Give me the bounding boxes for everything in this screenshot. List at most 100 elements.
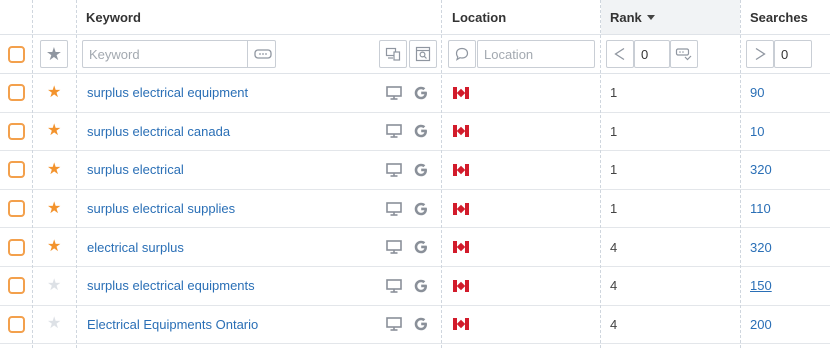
row-checkbox[interactable]	[8, 122, 25, 140]
device-filter-button[interactable]	[379, 40, 407, 68]
searches-cell: 10	[750, 113, 820, 151]
searches-filter-value: 0	[781, 46, 789, 62]
table-row[interactable]: ★ surplus electrical equipments 4 150	[0, 267, 830, 306]
star-icon[interactable]: ★	[47, 277, 61, 294]
keyword-filter-input[interactable]: Keyword	[82, 40, 276, 68]
column-header-keyword[interactable]: Keyword	[86, 0, 386, 34]
google-icon	[414, 125, 427, 138]
google-icon	[414, 202, 427, 215]
searches-cell: 150	[750, 267, 820, 305]
searches-link[interactable]: 320	[750, 240, 772, 255]
search-engine-filter-button[interactable]	[409, 40, 437, 68]
engine-cell	[413, 267, 429, 305]
rank-operator-button[interactable]	[606, 40, 634, 68]
table-row[interactable]: ★ Electrical Equipments Ontario 4 200	[0, 306, 830, 345]
star-filter-cell: ★	[40, 35, 70, 73]
canada-flag-icon	[453, 202, 469, 215]
row-checkbox[interactable]	[8, 161, 25, 179]
table-row[interactable]: ★ surplus electrical 1 320	[0, 151, 830, 190]
keyword-link[interactable]: surplus electrical canada	[87, 124, 230, 139]
rank-filter-input[interactable]: 0	[634, 40, 670, 68]
row-checkbox[interactable]	[8, 200, 25, 218]
row-star-cell: ★	[47, 190, 67, 228]
desktop-icon	[386, 240, 402, 254]
star-icon[interactable]: ★	[47, 239, 61, 255]
row-star-cell: ★	[47, 151, 67, 189]
row-checkbox-cell	[8, 74, 28, 112]
device-cell	[386, 151, 402, 189]
engine-cell	[413, 74, 429, 112]
table-row[interactable]: ★ surplus electrical equipment 1 90	[0, 74, 830, 113]
keyword-link[interactable]: Electrical Equipments Ontario	[87, 317, 258, 332]
keyword-link[interactable]: electrical surplus	[87, 240, 184, 255]
searches-link[interactable]: 110	[750, 201, 771, 216]
searches-filter-input[interactable]: 0	[774, 40, 812, 68]
table-row[interactable]: ★ surplus electrical supplies 1 110	[0, 190, 830, 229]
keyword-match-options-button[interactable]	[247, 41, 277, 67]
star-icon[interactable]: ★	[47, 161, 61, 178]
keyword-cell: electrical surplus	[87, 228, 377, 266]
row-checkbox-cell	[8, 113, 28, 151]
google-icon	[414, 240, 427, 254]
keyword-link[interactable]: surplus electrical supplies	[87, 201, 235, 216]
rank-options-button[interactable]	[670, 40, 698, 68]
keyword-link[interactable]: surplus electrical equipment	[87, 85, 248, 100]
canada-flag-icon	[453, 318, 469, 331]
canada-flag-icon	[453, 279, 469, 292]
rank-cell: 1	[610, 151, 690, 189]
engine-cell	[413, 306, 429, 344]
star-icon[interactable]: ★	[47, 316, 61, 332]
searches-operator-button[interactable]	[746, 40, 774, 68]
column-header-location[interactable]: Location	[452, 0, 592, 34]
location-cell	[453, 151, 473, 189]
row-checkbox[interactable]	[8, 84, 25, 102]
filter-row: ★ Keyword Location 0 0	[0, 35, 830, 74]
searches-link[interactable]: 150	[750, 278, 772, 293]
desktop-icon	[386, 201, 402, 216]
keyword-link[interactable]: surplus electrical equipments	[87, 278, 255, 293]
column-divider	[740, 0, 741, 348]
less-than-icon	[614, 47, 625, 61]
canada-flag-icon	[453, 125, 469, 138]
desktop-icon	[386, 124, 402, 139]
canada-flag-icon	[453, 86, 469, 99]
speech-bubble-icon	[455, 47, 469, 61]
star-icon[interactable]: ★	[47, 123, 61, 139]
star-icon[interactable]: ★	[47, 84, 61, 101]
table-row[interactable]: ★ electrical surplus 4 320	[0, 228, 830, 267]
searches-link[interactable]: 90	[750, 85, 764, 100]
google-icon	[414, 318, 427, 331]
column-divider	[76, 0, 77, 348]
canada-flag-icon	[453, 163, 469, 176]
rank-value: 4	[610, 239, 618, 255]
desktop-icon	[386, 278, 402, 293]
table-row[interactable]: ★ surplus electrical canada 1 10	[0, 113, 830, 152]
keyword-link[interactable]: surplus electrical	[87, 162, 184, 177]
device-cell	[386, 306, 402, 344]
location-filter-placeholder: Location	[484, 46, 534, 62]
device-filter-icon	[385, 47, 401, 61]
location-filter-input[interactable]: Location	[477, 40, 595, 68]
row-checkbox[interactable]	[8, 277, 25, 295]
location-type-button[interactable]	[448, 40, 476, 68]
row-checkbox[interactable]	[8, 315, 25, 333]
row-checkbox-cell	[8, 267, 28, 305]
rank-cell: 1	[610, 74, 690, 112]
device-cell	[386, 190, 402, 228]
rank-value: 1	[610, 201, 618, 217]
row-checkbox[interactable]	[8, 238, 25, 256]
searches-link[interactable]: 320	[750, 162, 772, 177]
keyword-cell: Electrical Equipments Ontario	[87, 306, 377, 344]
searches-link[interactable]: 200	[750, 317, 772, 332]
star-filter-button[interactable]: ★	[40, 40, 68, 68]
select-all-checkbox[interactable]	[8, 45, 25, 63]
column-header-searches[interactable]: Searches	[750, 0, 830, 34]
device-cell	[386, 113, 402, 151]
column-header-keyword-label: Keyword	[86, 9, 141, 25]
column-header-rank[interactable]: Rank	[601, 0, 740, 34]
searches-link[interactable]: 10	[750, 124, 764, 139]
row-star-cell: ★	[47, 306, 67, 344]
row-star-cell: ★	[47, 113, 67, 151]
star-icon[interactable]: ★	[47, 200, 61, 217]
keyword-cell: surplus electrical equipments	[87, 267, 377, 305]
